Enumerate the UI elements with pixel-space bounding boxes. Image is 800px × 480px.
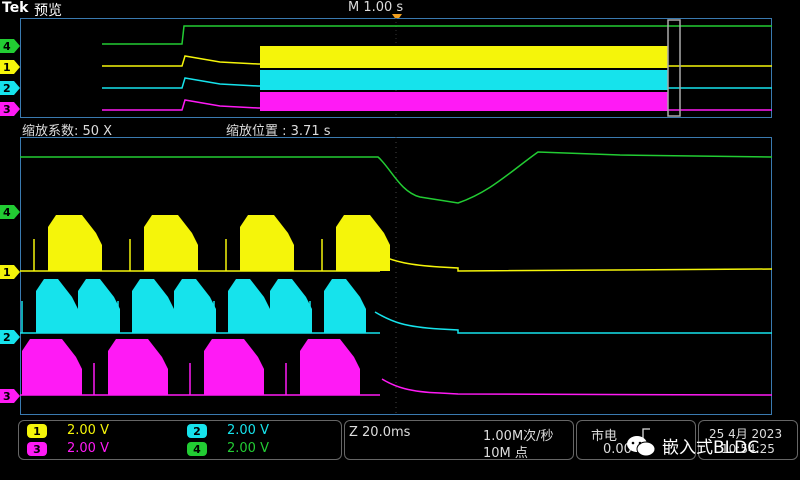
brand-logo: Tek bbox=[2, 0, 29, 16]
ch3-marker-overview[interactable]: 3 bbox=[0, 102, 20, 116]
ch2-marker[interactable]: 2 bbox=[0, 330, 20, 344]
ch1-chip[interactable]: 1 bbox=[27, 424, 47, 438]
ch3-chip[interactable]: 3 bbox=[27, 442, 47, 456]
zoom-waveform bbox=[20, 137, 772, 415]
main-timebase: M 1.00 s bbox=[348, 0, 404, 15]
ch3-marker[interactable]: 3 bbox=[0, 389, 20, 403]
ch4-scale: 2.00 V bbox=[227, 441, 269, 456]
acquisition-panel[interactable]: Z 20.0ms 1.00M次/秒 10M 点 bbox=[344, 420, 574, 461]
channel-scale-panel[interactable]: 1 2.00 V 2 2.00 V 3 2.00 V 4 2.00 V bbox=[18, 420, 342, 460]
ch4-marker[interactable]: 4 bbox=[0, 205, 20, 219]
acquisition-mode: 预览 bbox=[34, 3, 62, 19]
ch2-scale: 2.00 V bbox=[227, 423, 269, 438]
zoom-timebase: Z 20.0ms bbox=[349, 425, 411, 440]
ch4-chip[interactable]: 4 bbox=[187, 442, 207, 456]
overview-waveform bbox=[20, 18, 772, 118]
ch2-marker-overview[interactable]: 2 bbox=[0, 81, 20, 95]
ch3-scale: 2.00 V bbox=[67, 441, 109, 456]
ch4-marker-overview[interactable]: 4 bbox=[0, 39, 20, 53]
watermark-text: 嵌入式BLDC bbox=[662, 438, 760, 458]
wechat-icon bbox=[627, 436, 656, 457]
ch1-scale: 2.00 V bbox=[67, 423, 109, 438]
ch1-marker-overview[interactable]: 1 bbox=[0, 60, 20, 74]
ch1-marker[interactable]: 1 bbox=[0, 265, 20, 279]
record-length: 10M 点 bbox=[483, 446, 528, 461]
ch2-chip[interactable]: 2 bbox=[187, 424, 207, 438]
